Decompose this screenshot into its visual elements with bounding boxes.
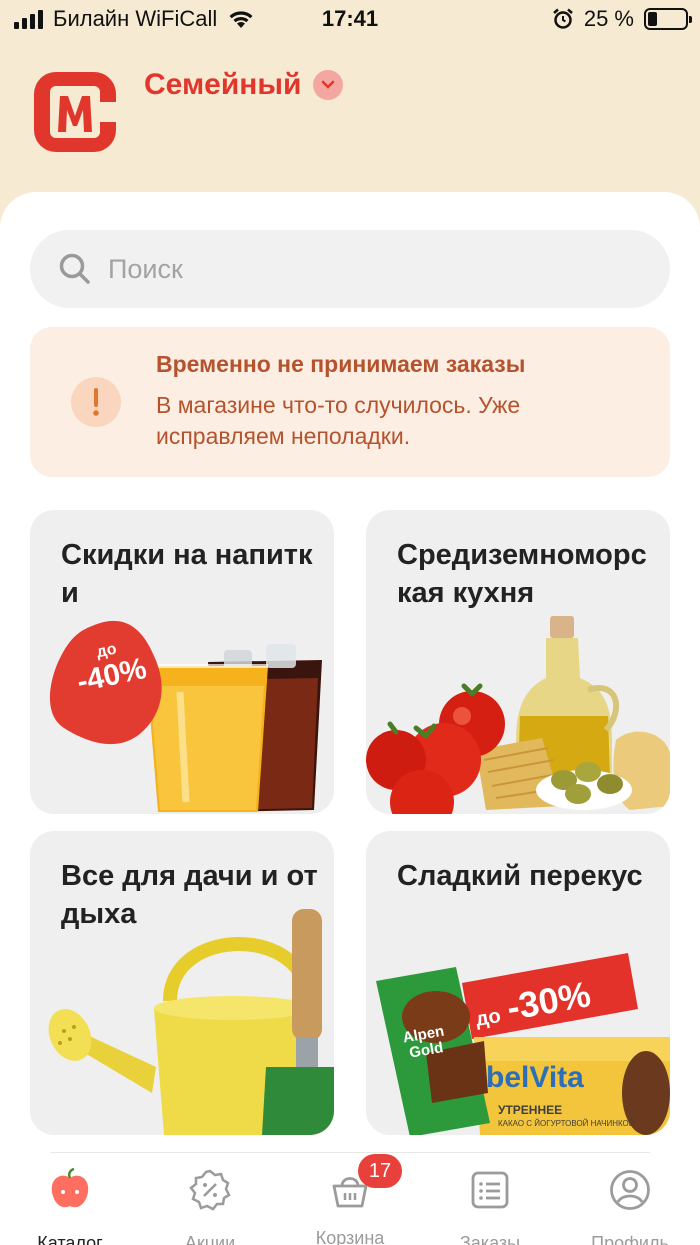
product-flavor-label: КАКАО С ЙОГУРТОВОЙ НАЧИНКОЙ xyxy=(498,1119,635,1128)
battery-level xyxy=(648,12,657,26)
nav-label: Профиль xyxy=(591,1233,669,1245)
nav-tab-profile[interactable]: Профиль xyxy=(560,1168,700,1245)
alert-title: Временно не принимаем заказы xyxy=(156,351,526,377)
exclamation-icon xyxy=(71,377,121,427)
nav-label: Корзина xyxy=(315,1228,385,1245)
nav-tab-orders[interactable]: Заказы xyxy=(420,1168,560,1245)
user-circle-icon xyxy=(610,1170,650,1210)
card-title: Средиземноморская кухня xyxy=(397,539,647,609)
category-card-sweet-snack[interactable]: Сладкий перекус до -30% Alpen Gold belVi… xyxy=(366,831,670,1135)
product-variant-label: УТРЕННЕЕ xyxy=(498,1103,563,1117)
catalog-sheet: Временно не принимаем заказы В магазине … xyxy=(0,192,700,1245)
search-bar[interactable] xyxy=(30,230,670,308)
alarm-icon xyxy=(553,8,573,29)
card-title: Сладкий перекус xyxy=(397,860,643,892)
battery-percent: 25 % xyxy=(583,6,634,31)
card-title: Скидки на напитки xyxy=(61,539,313,609)
category-card-garden[interactable]: Все для дачи и отдыха xyxy=(30,831,334,1135)
alert-text: В магазине что-то случилось. Уже исправл… xyxy=(156,392,521,449)
product-name-belvita: belVita xyxy=(486,1061,584,1094)
store-selector[interactable]: Семейный xyxy=(144,68,344,102)
category-card-mediterranean[interactable]: Средиземноморская кухня xyxy=(366,510,670,814)
status-bar: Билайн WiFiCall 17:41 25 % xyxy=(0,0,700,40)
chevron-down-icon xyxy=(313,70,344,100)
nav-tab-promotions[interactable]: Акции xyxy=(140,1168,280,1245)
status-right: 25 % xyxy=(552,6,692,32)
nav-tab-catalog[interactable]: Каталог xyxy=(0,1167,140,1245)
cart-icon-wrap: 17 xyxy=(328,1154,402,1212)
battery-icon xyxy=(644,8,692,30)
apple-icon xyxy=(51,1167,89,1208)
discount-badge-icon xyxy=(189,1169,231,1211)
discount-badge-prefix: до xyxy=(474,1004,503,1031)
bottom-navigation: Каталог Акции 17 Корзина Заказы Профиль xyxy=(0,1150,700,1245)
search-icon xyxy=(59,253,90,284)
category-card-drinks-discount[interactable]: Скидки на напитки до -40% xyxy=(30,510,334,814)
search-input[interactable] xyxy=(108,253,628,285)
nav-label: Акции xyxy=(184,1233,236,1245)
cart-count-badge: 17 xyxy=(358,1154,402,1188)
magnit-logo-icon xyxy=(34,72,116,152)
nav-label: Заказы xyxy=(459,1233,521,1245)
orders-list-icon xyxy=(471,1171,509,1209)
nav-divider xyxy=(50,1152,650,1153)
nav-tab-cart[interactable]: 17 Корзина xyxy=(280,1154,420,1245)
orders-paused-alert: Временно не принимаем заказы В магазине … xyxy=(30,327,670,477)
card-title: Все для дачи и отдыха xyxy=(61,860,318,930)
store-name: Семейный xyxy=(144,68,302,101)
nav-label: Каталог xyxy=(37,1233,103,1245)
